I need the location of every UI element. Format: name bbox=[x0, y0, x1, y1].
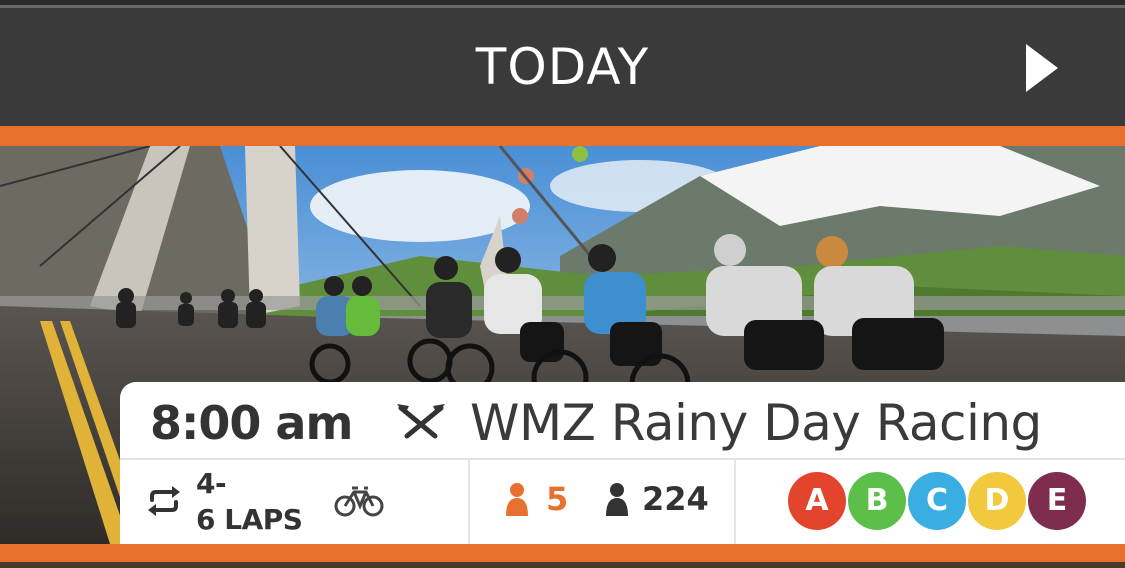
next-day-button[interactable] bbox=[1018, 38, 1066, 98]
category-a-badge[interactable]: A bbox=[788, 472, 846, 530]
person-orange-icon bbox=[504, 482, 530, 516]
event-time: 8:00 am bbox=[150, 396, 353, 450]
crossed-swords-race-icon bbox=[395, 402, 447, 442]
total-participants-count: 224 bbox=[642, 480, 709, 518]
event-card[interactable]: 8:00 am WMZ Rainy Day Racing 4- 6 LAPS 5… bbox=[120, 382, 1125, 544]
orange-divider-bottom bbox=[0, 544, 1125, 568]
header-bar: TODAY bbox=[0, 8, 1125, 126]
category-e-badge[interactable]: E bbox=[1028, 472, 1086, 530]
person-icon bbox=[604, 482, 630, 516]
category-c-badge[interactable]: C bbox=[908, 472, 966, 530]
repeat-icon bbox=[146, 486, 182, 516]
page-title: TODAY bbox=[475, 38, 650, 96]
categories-cell: A B C D E bbox=[734, 460, 1125, 544]
category-d-badge[interactable]: D bbox=[968, 472, 1026, 530]
top-status-line bbox=[0, 0, 1125, 8]
laps-cell: 4- 6 LAPS bbox=[120, 460, 466, 544]
laps-text: 4- 6 LAPS bbox=[196, 466, 336, 538]
event-header-row: 8:00 am WMZ Rainy Day Racing bbox=[120, 382, 1125, 458]
event-details-row: 4- 6 LAPS 5 224 A B C D E bbox=[120, 460, 1125, 544]
bicycle-icon bbox=[334, 484, 384, 518]
event-name[interactable]: WMZ Rainy Day Racing bbox=[470, 394, 1042, 452]
category-b-badge[interactable]: B bbox=[848, 472, 906, 530]
friends-count: 5 bbox=[546, 480, 569, 518]
orange-divider-top bbox=[0, 126, 1125, 146]
participants-cell: 5 224 bbox=[468, 460, 734, 544]
laps-line-2: 6 LAPS bbox=[196, 503, 303, 536]
play-right-icon bbox=[1026, 44, 1058, 92]
laps-line-1: 4- bbox=[196, 467, 227, 500]
